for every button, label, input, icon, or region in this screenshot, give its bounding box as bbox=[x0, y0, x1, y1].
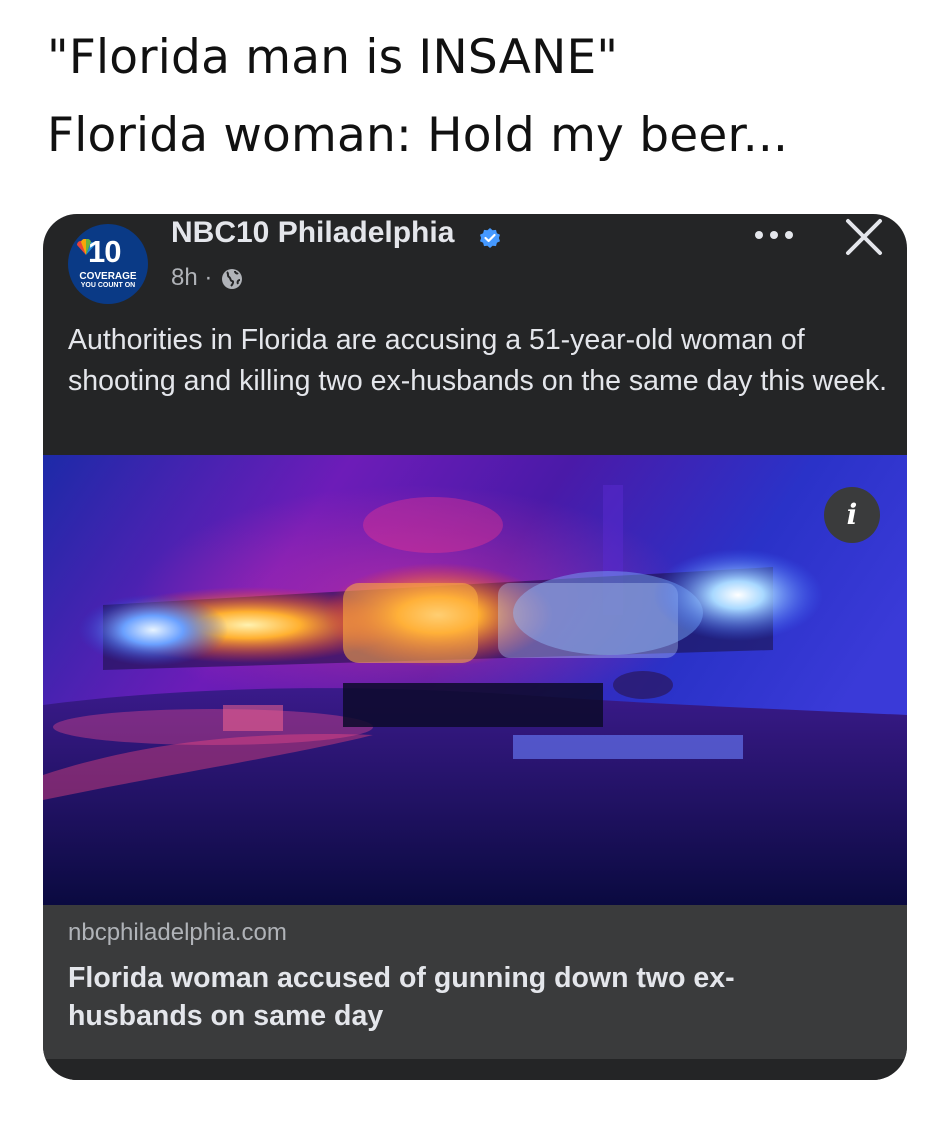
avatar-logo-number: 10 bbox=[88, 234, 121, 269]
info-icon[interactable]: i bbox=[824, 487, 880, 543]
verified-badge-icon bbox=[480, 228, 500, 248]
meme-caption-line-1: "Florida man is INSANE" bbox=[47, 30, 619, 85]
meme-caption-line-2: Florida woman: Hold my beer... bbox=[47, 108, 789, 163]
page-name-link[interactable]: NBC10 Philadelphia bbox=[171, 216, 454, 250]
link-domain: nbcphiladelphia.com bbox=[68, 919, 287, 946]
facebook-post-card: 10 COVERAGE YOU COUNT ON NBC10 Philadelp… bbox=[43, 214, 907, 1080]
post-time[interactable]: 8h bbox=[171, 264, 198, 291]
link-headline[interactable]: Florida woman accused of gunning down tw… bbox=[68, 959, 868, 1035]
avatar-logo-subtext: YOU COUNT ON bbox=[80, 282, 136, 289]
close-icon[interactable] bbox=[843, 216, 885, 258]
card-footer-divider bbox=[43, 1059, 907, 1080]
link-preview[interactable]: nbcphiladelphia.com Florida woman accuse… bbox=[43, 905, 907, 1059]
police-lights-photo[interactable] bbox=[43, 455, 907, 905]
avatar-logo-text: COVERAGE bbox=[79, 271, 137, 282]
post-text: Authorities in Florida are accusing a 51… bbox=[68, 324, 888, 397]
post-meta: 8h · bbox=[171, 264, 212, 292]
more-options-icon[interactable] bbox=[753, 228, 795, 242]
globe-icon bbox=[222, 269, 242, 289]
page-avatar[interactable]: 10 COVERAGE YOU COUNT ON bbox=[68, 224, 148, 304]
meta-separator: · bbox=[204, 264, 213, 291]
